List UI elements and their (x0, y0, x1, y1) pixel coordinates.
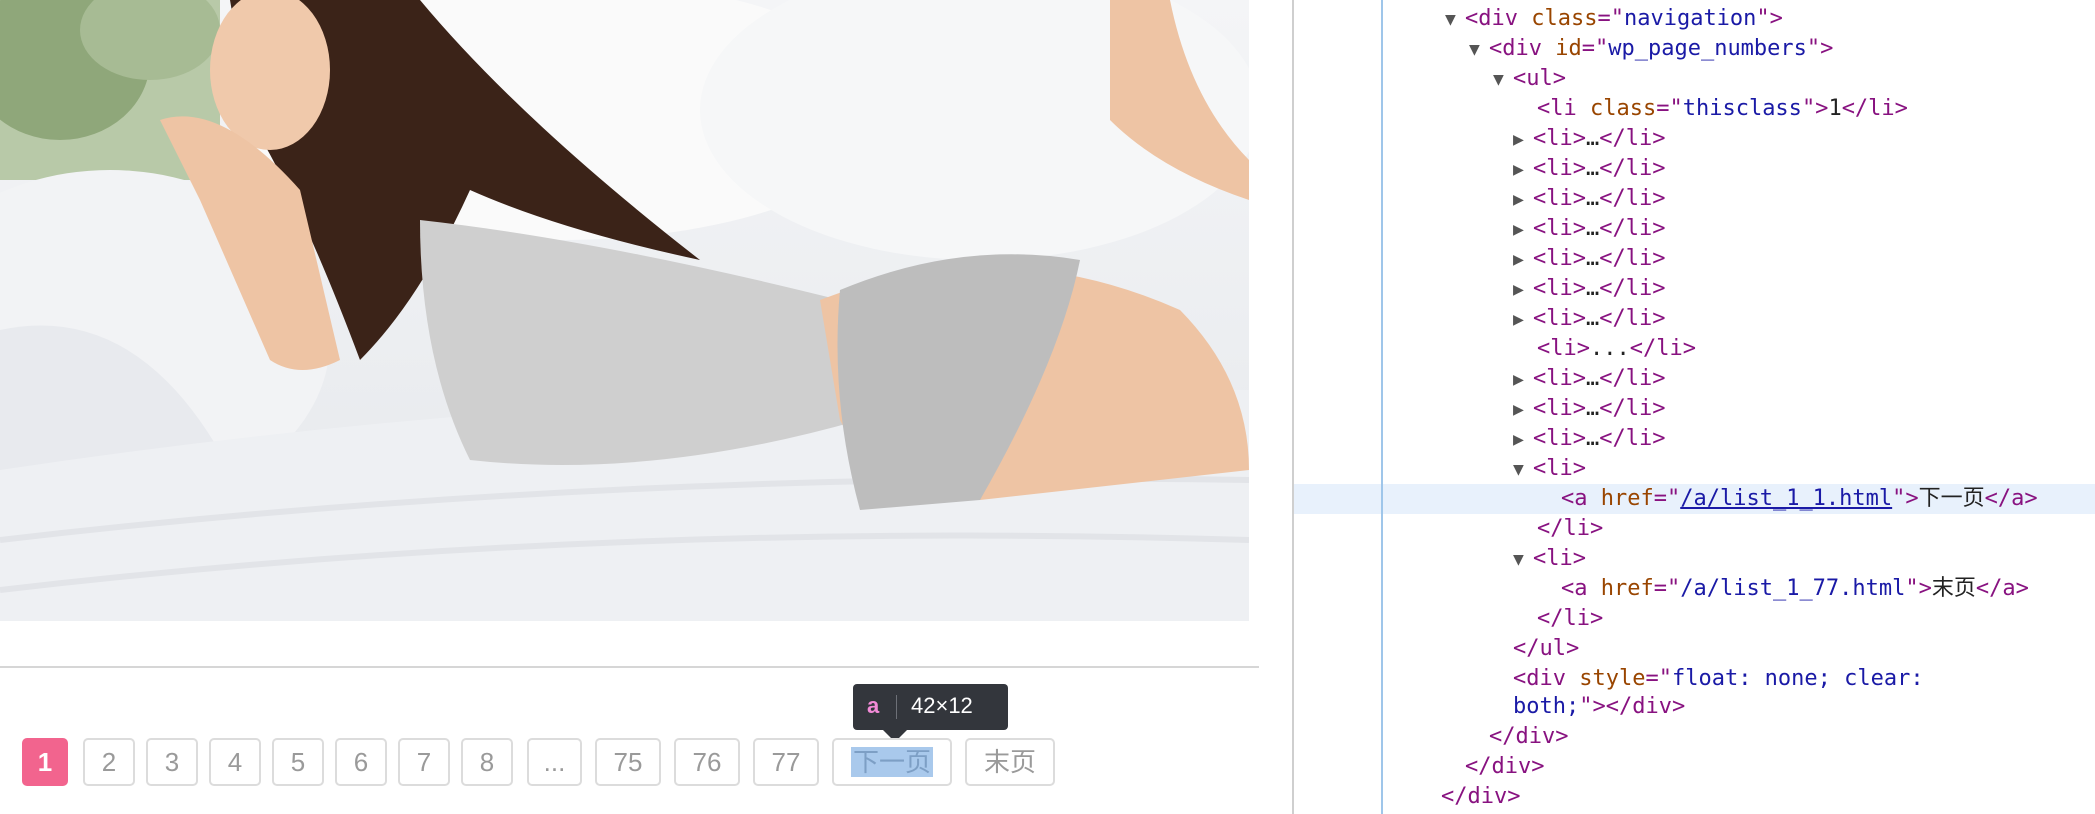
node-li-collapsed[interactable]: ▶ <li>…</li> (1513, 244, 1665, 275)
node-div-close[interactable]: </div> (1465, 752, 1544, 782)
hero-photo (0, 0, 1249, 621)
page-button-77[interactable]: 77 (753, 738, 819, 786)
collapse-triangle-icon[interactable]: ▶ (1513, 305, 1533, 335)
collapse-triangle-icon[interactable]: ▶ (1513, 245, 1533, 275)
page-button-7[interactable]: 7 (398, 738, 450, 786)
node-li-next[interactable]: ▼ <li> (1513, 454, 1586, 485)
content-divider (0, 666, 1259, 668)
page-button-8[interactable]: 8 (461, 738, 513, 786)
page-button-4[interactable]: 4 (209, 738, 261, 786)
node-div-close[interactable]: </div> (1489, 722, 1568, 752)
indent-guide (1381, 0, 1383, 814)
node-li-collapsed[interactable]: ▶ <li>…</li> (1513, 274, 1665, 305)
devtools-border (1292, 0, 1294, 814)
node-ul[interactable]: ▼ <ul> (1493, 64, 1566, 95)
node-li-collapsed[interactable]: ▶ <li>…</li> (1513, 184, 1665, 215)
page-ellipsis: ... (527, 738, 582, 786)
element-size-tooltip: a 42×12 (853, 684, 1008, 742)
tooltip-dimensions: 42×12 (911, 693, 973, 718)
node-div-clear[interactable]: <div style="float: none; clear: (1513, 664, 1924, 694)
next-href-link[interactable]: /a/list_1_1.html (1680, 486, 1892, 511)
tooltip-tag-name: a (867, 693, 880, 718)
node-li-collapsed[interactable]: ▶ <li>…</li> (1513, 124, 1665, 155)
node-li-close[interactable]: </li> (1537, 514, 1603, 544)
node-li-thisclass[interactable]: <li class="thisclass">1</li> (1537, 94, 1908, 124)
tooltip-separator (896, 695, 897, 719)
node-a-last[interactable]: <a href="/a/list_1_77.html">末页</a> (1561, 574, 2029, 604)
node-div-close[interactable]: </div> (1441, 782, 1520, 812)
node-li-collapsed[interactable]: ▶ <li>…</li> (1513, 424, 1665, 455)
page-button-5[interactable]: 5 (272, 738, 324, 786)
collapse-triangle-icon[interactable]: ▶ (1513, 365, 1533, 395)
expand-triangle-icon[interactable]: ▼ (1445, 5, 1465, 35)
expand-triangle-icon[interactable]: ▼ (1513, 455, 1533, 485)
node-div-navigation[interactable]: ▼ <div class="navigation"> (1445, 4, 1783, 35)
node-li-collapsed[interactable]: ▶ <li>…</li> (1513, 214, 1665, 245)
node-div-clear-cont[interactable]: both;"></div> (1513, 692, 1685, 722)
page-button-2[interactable]: 2 (83, 738, 135, 786)
last-page-button[interactable]: 末页 (965, 738, 1055, 786)
collapse-triangle-icon[interactable]: ▶ (1513, 125, 1533, 155)
collapse-triangle-icon[interactable]: ▶ (1513, 215, 1533, 245)
node-ul-close[interactable]: </ul> (1513, 634, 1579, 664)
node-li-collapsed[interactable]: ▶ <li>…</li> (1513, 304, 1665, 335)
node-li-collapsed[interactable]: ▶ <li>…</li> (1513, 154, 1665, 185)
node-li-dots[interactable]: <li>...</li> (1537, 334, 1696, 364)
expand-triangle-icon[interactable]: ▼ (1513, 545, 1533, 575)
next-page-button[interactable]: 下一页 (832, 738, 952, 786)
collapse-triangle-icon[interactable]: ▶ (1513, 425, 1533, 455)
page-button-3[interactable]: 3 (146, 738, 198, 786)
page-button-75[interactable]: 75 (595, 738, 661, 786)
node-li-close[interactable]: </li> (1537, 604, 1603, 634)
page-button-76[interactable]: 76 (674, 738, 740, 786)
node-li-last[interactable]: ▼ <li> (1513, 544, 1586, 575)
next-page-label: 下一页 (850, 747, 933, 777)
web-page: a 42×12 1 2 3 4 5 6 7 8 ... 75 76 77 下一页… (0, 0, 1290, 814)
node-li-collapsed[interactable]: ▶ <li>…</li> (1513, 394, 1665, 425)
devtools-elements-panel: ▼ <div class="navigation"> ▼ <div id="wp_p… (1292, 0, 2095, 814)
node-li-collapsed[interactable]: ▶ <li>…</li> (1513, 364, 1665, 395)
expand-triangle-icon[interactable]: ▼ (1469, 35, 1489, 65)
collapse-triangle-icon[interactable]: ▶ (1513, 395, 1533, 425)
node-div-page-numbers[interactable]: ▼ <div id="wp_page_numbers"> (1469, 34, 1833, 65)
page-button-1[interactable]: 1 (22, 738, 68, 786)
collapse-triangle-icon[interactable]: ▶ (1513, 155, 1533, 185)
collapse-triangle-icon[interactable]: ▶ (1513, 185, 1533, 215)
expand-triangle-icon[interactable]: ▼ (1493, 65, 1513, 95)
collapse-triangle-icon[interactable]: ▶ (1513, 275, 1533, 305)
page-button-6[interactable]: 6 (335, 738, 387, 786)
node-a-next-selected[interactable]: <a href="/a/list_1_1.html">下一页</a> (1561, 484, 2038, 514)
